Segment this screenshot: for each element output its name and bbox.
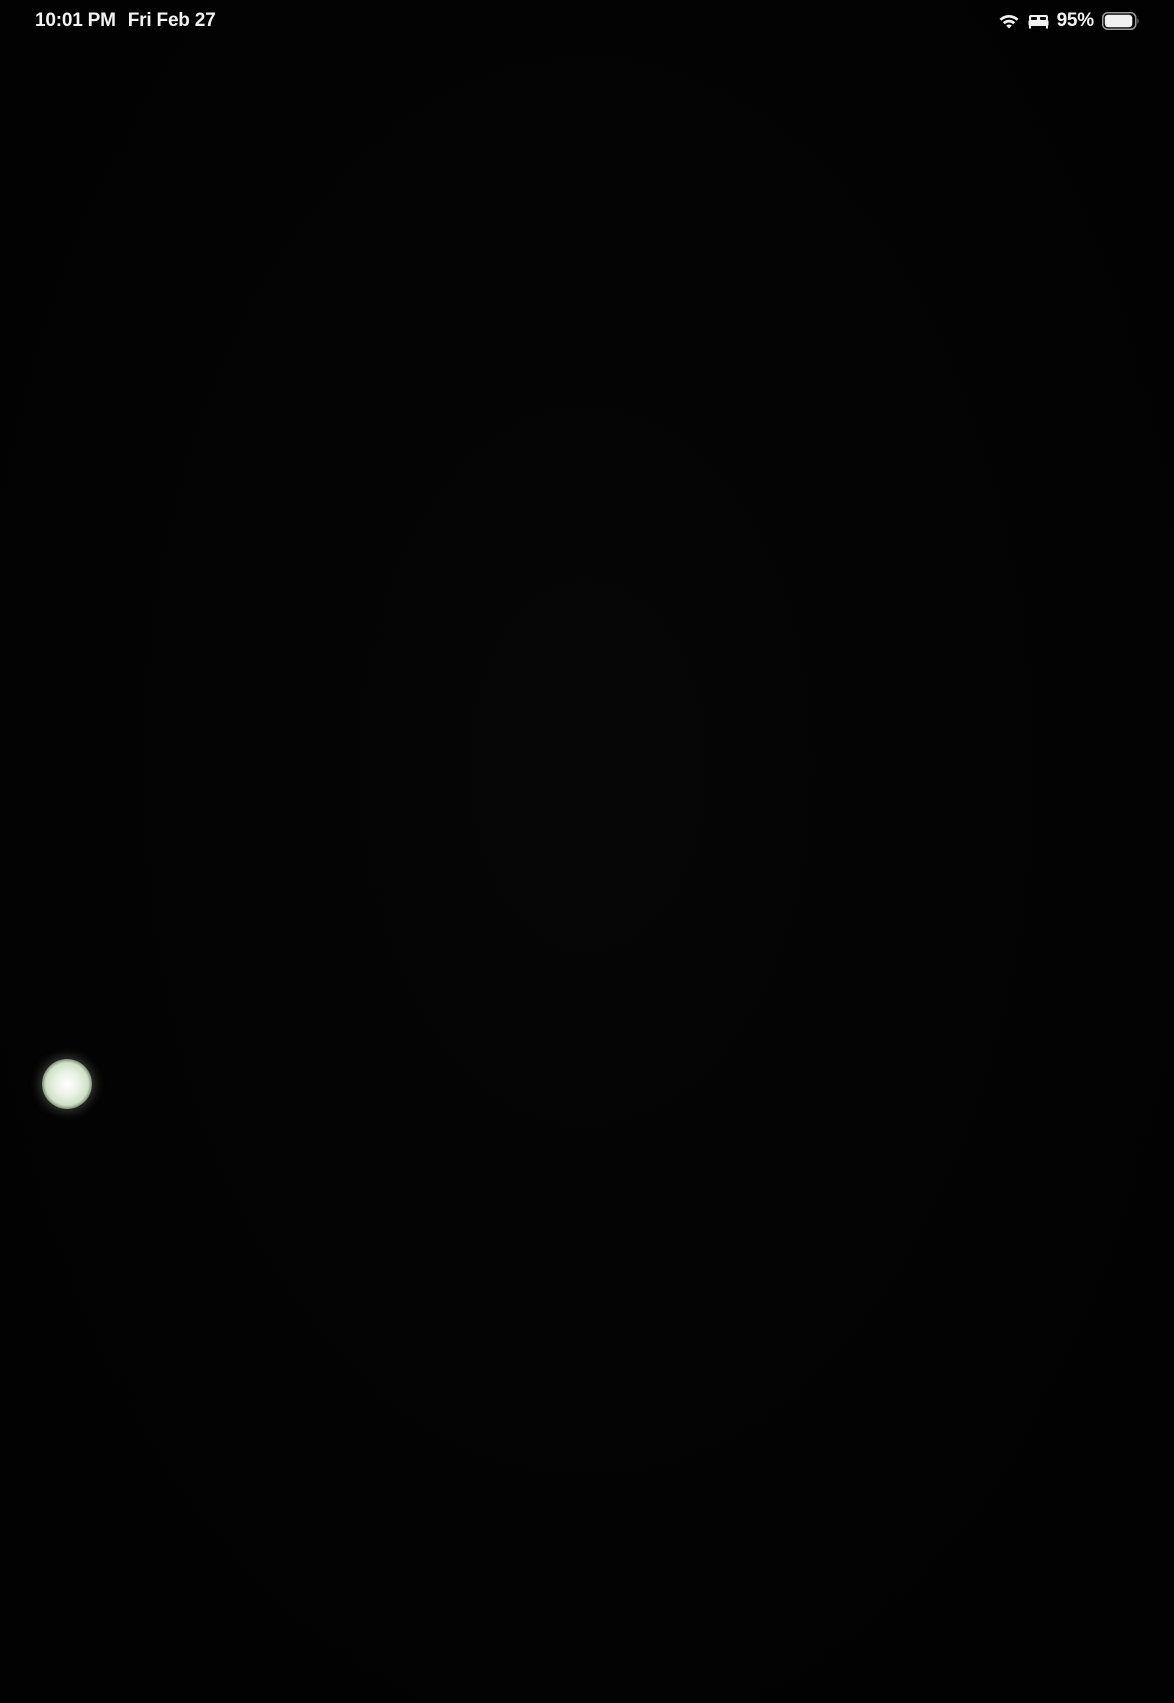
status-bar: 10:01 PM Fri Feb 27 95% bbox=[0, 0, 1174, 44]
status-left: 10:01 PM Fri Feb 27 bbox=[35, 10, 216, 32]
status-right: 95% bbox=[998, 9, 1140, 33]
status-time: 10:01 PM bbox=[35, 10, 116, 31]
sleep-focus-icon bbox=[1028, 13, 1049, 29]
battery-percent: 95% bbox=[1056, 10, 1095, 31]
light-point bbox=[42, 1059, 92, 1109]
battery-icon bbox=[1102, 12, 1140, 30]
status-date: Fri Feb 27 bbox=[127, 10, 216, 31]
wifi-icon bbox=[998, 13, 1020, 30]
camera-photo-area bbox=[0, 44, 1174, 1703]
screen: 10:01 PM Fri Feb 27 95% bbox=[0, 0, 1174, 1703]
